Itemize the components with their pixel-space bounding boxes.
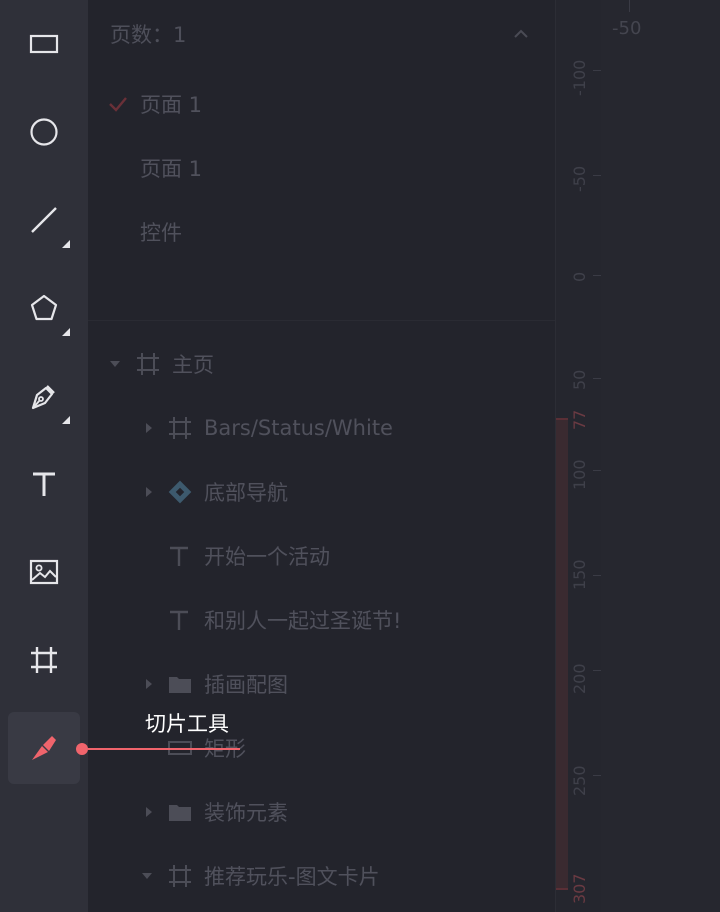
layer-label: Bars/Status/White [204, 416, 393, 440]
page-item-label: 控件 [140, 221, 182, 245]
ruler-label: 77 [570, 409, 589, 430]
checkmark-icon [109, 97, 127, 112]
layers-panel: 页数：1 页面 1 页面 1 控件 主页 Bars/Status/White 底… [88, 0, 555, 912]
artboard-icon [169, 865, 191, 887]
layer-label: 主页 [172, 353, 214, 377]
layer-row[interactable]: 插画配图 [88, 652, 555, 716]
ruler-label: 150 [570, 559, 589, 590]
rectangle-tool-button[interactable] [8, 8, 80, 80]
tooltip-pointer-dot [76, 743, 88, 755]
layer-label: 和别人一起过圣诞节! [204, 609, 402, 633]
ruler-label: 307 [570, 873, 589, 904]
submenu-indicator-icon [62, 240, 70, 248]
layer-row[interactable]: 推荐玩乐-图文卡片 [88, 844, 555, 908]
canvas[interactable] [601, 0, 720, 912]
page-item-label: 页面 1 [140, 93, 203, 117]
ruler-label: -50 [570, 165, 589, 192]
line-tool-button[interactable] [8, 184, 80, 256]
polygon-tool-button[interactable] [8, 272, 80, 344]
expand-down-icon[interactable] [142, 873, 152, 879]
slice-tool-button[interactable] [8, 712, 80, 784]
layer-row[interactable]: 底部导航 [88, 460, 555, 524]
ruler-label: 0 [570, 271, 589, 282]
text-icon [170, 546, 188, 566]
artboard-icon [137, 353, 159, 375]
layer-label: 推荐玩乐-图文卡片 [204, 865, 380, 889]
pages-header[interactable]: 页数：1 [88, 2, 555, 66]
page-item[interactable]: 控件 [88, 200, 555, 264]
horizontal-ruler-label: -50 [612, 18, 642, 39]
pen-icon [31, 385, 55, 410]
image-icon [29, 559, 59, 585]
image-tool-button[interactable] [8, 536, 80, 608]
ruler-label: 250 [570, 765, 589, 796]
layer-row[interactable]: 装饰元素 [88, 780, 555, 844]
text-icon [33, 472, 55, 496]
text-icon [170, 610, 188, 630]
layer-label: 装饰元素 [204, 801, 288, 825]
layer-row[interactable]: 和别人一起过圣诞节! [88, 588, 555, 652]
artboard-tool-button[interactable] [8, 624, 80, 696]
expand-right-icon[interactable] [146, 807, 152, 817]
layer-label: 插画配图 [204, 673, 288, 697]
ruler-tick [593, 470, 601, 471]
artboard-icon [169, 417, 191, 439]
panel-divider [88, 320, 555, 321]
page-item[interactable]: 页面 1 [88, 136, 555, 200]
folder-icon [169, 677, 191, 693]
text-tool-button[interactable] [8, 448, 80, 520]
ruler-tick [593, 378, 601, 379]
horizontal-ruler-tick [629, 0, 630, 12]
ruler-label: 100 [570, 459, 589, 490]
ruler-label: 200 [570, 663, 589, 694]
layer-row[interactable]: 开始一个活动 [88, 524, 555, 588]
submenu-indicator-icon [62, 328, 70, 336]
page-item[interactable]: 页面 1 [88, 72, 555, 136]
component-icon [168, 480, 192, 504]
ruler-selection-range [556, 418, 568, 890]
ellipse-icon [30, 118, 58, 146]
polygon-icon [30, 294, 58, 321]
tool-bar [0, 0, 88, 912]
expand-right-icon[interactable] [146, 679, 152, 689]
layer-label: 底部导航 [204, 481, 288, 505]
slice-tool-tooltip: 切片工具 [145, 712, 229, 736]
chevron-up-icon[interactable] [513, 29, 529, 39]
ruler-tick [593, 275, 601, 276]
ruler-tick [593, 575, 601, 576]
line-icon [31, 207, 57, 233]
ruler-label: -100 [570, 59, 589, 96]
ruler-tick [593, 670, 601, 671]
vertical-ruler: -100 -50 0 50 77 100 150 200 250 307 [555, 0, 601, 912]
folder-icon [169, 805, 191, 821]
pages-count: 页数：1 [110, 23, 187, 47]
rectangle-icon [29, 34, 59, 54]
layer-row[interactable]: Bars/Status/White [88, 396, 555, 460]
expand-down-icon[interactable] [110, 361, 120, 367]
expand-right-icon[interactable] [146, 487, 152, 497]
expand-right-icon[interactable] [146, 423, 152, 433]
tooltip-pointer-line [88, 748, 240, 750]
ruler-tick [593, 70, 601, 71]
ellipse-tool-button[interactable] [8, 96, 80, 168]
pen-tool-button[interactable] [8, 360, 80, 432]
app-window: 页数：1 页面 1 页面 1 控件 主页 Bars/Status/White 底… [0, 0, 720, 912]
layer-row[interactable]: 主页 [88, 332, 555, 396]
ruler-tick [593, 175, 601, 176]
page-item-label: 页面 1 [140, 157, 203, 181]
layer-label: 开始一个活动 [204, 545, 330, 569]
ruler-label: 50 [570, 369, 589, 390]
submenu-indicator-icon [62, 416, 70, 424]
ruler-tick [593, 775, 601, 776]
slice-icon [32, 736, 56, 760]
artboard-icon [31, 647, 57, 673]
